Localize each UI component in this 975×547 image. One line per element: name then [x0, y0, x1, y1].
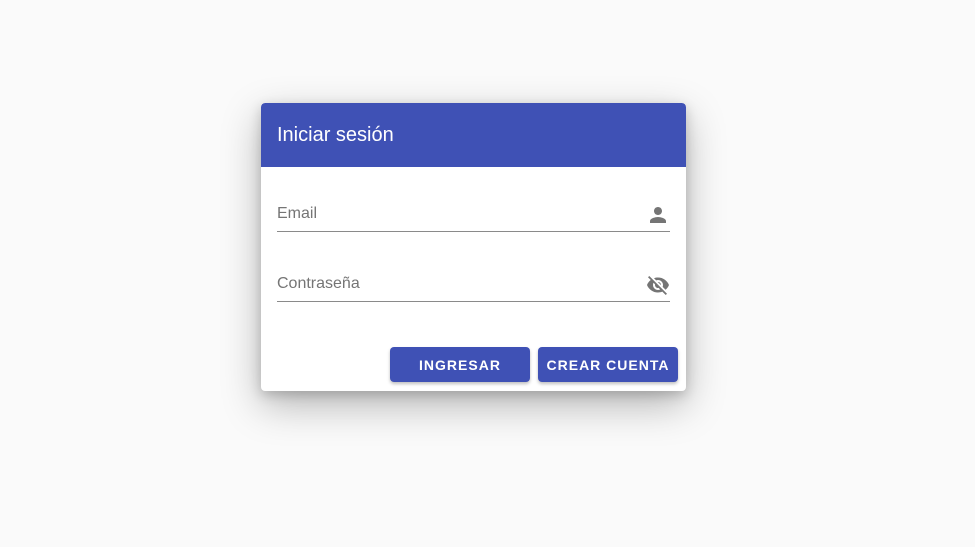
email-input[interactable]: [277, 201, 637, 227]
visibility-off-icon[interactable]: [646, 273, 670, 297]
page-title: Iniciar sesión: [277, 124, 394, 146]
email-field[interactable]: [277, 199, 670, 232]
create-account-button[interactable]: CREAR CUENTA: [538, 347, 678, 382]
login-card: Iniciar sesión INGRESAR CREAR CUENTA: [261, 103, 686, 391]
password-input[interactable]: [277, 271, 637, 297]
password-field[interactable]: [277, 269, 670, 302]
person-icon: [650, 207, 666, 223]
login-button[interactable]: INGRESAR: [390, 347, 530, 382]
card-header: Iniciar sesión: [261, 103, 686, 167]
